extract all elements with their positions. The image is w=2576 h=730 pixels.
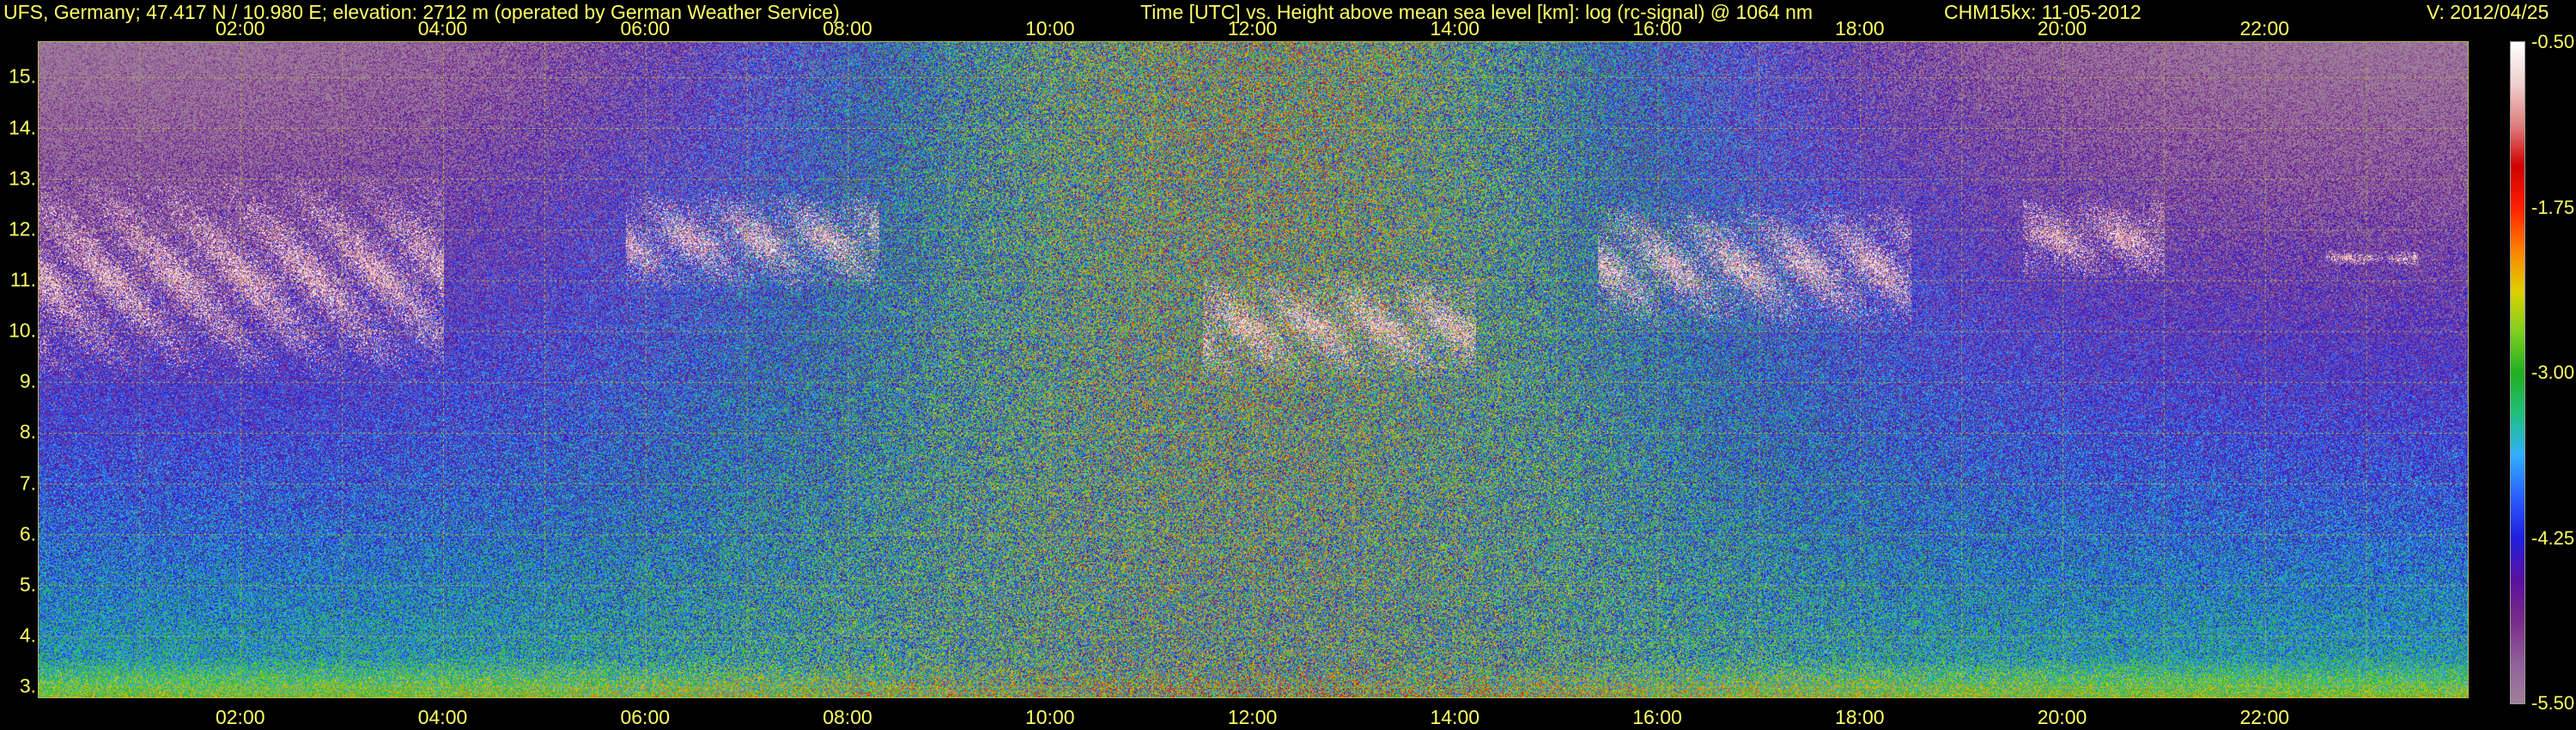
y-tick: 4. <box>19 624 36 647</box>
x-tick-bottom: 04:00 <box>417 706 468 728</box>
x-tick-bottom: 14:00 <box>1430 706 1480 728</box>
x-tick-bottom: 16:00 <box>1632 706 1682 728</box>
y-tick: 6. <box>19 522 36 545</box>
x-tick-bottom: 10:00 <box>1024 706 1075 728</box>
x-tick-bottom: 18:00 <box>1834 706 1885 728</box>
y-tick: 11. <box>9 268 36 291</box>
colorbar-tick: -4.25 <box>2531 526 2575 549</box>
x-tick-top: 22:00 <box>2239 17 2290 40</box>
grid-lines <box>39 42 2468 697</box>
x-tick-top: 06:00 <box>620 17 671 40</box>
version-label: V: 2012/04/25 <box>2427 1 2549 23</box>
y-tick: 14. <box>9 116 36 139</box>
x-tick-top: 12:00 <box>1227 17 1278 40</box>
y-tick: 12. <box>9 217 36 240</box>
y-tick: 13. <box>9 167 36 190</box>
x-tick-bottom: 02:00 <box>215 706 265 728</box>
x-tick-top: 16:00 <box>1632 17 1682 40</box>
colorbar <box>2510 41 2525 704</box>
colorbar-tick: -3.00 <box>2531 362 2575 383</box>
y-tick: 8. <box>19 420 36 443</box>
x-tick-top: 02:00 <box>215 17 265 40</box>
x-tick-bottom: 06:00 <box>620 706 671 728</box>
colorbar-tick: -0.50 <box>2531 31 2575 52</box>
y-tick: 15. <box>9 64 36 88</box>
x-tick-top: 08:00 <box>823 17 872 40</box>
colorbar-tick: -1.75 <box>2531 196 2575 218</box>
y-tick: 7. <box>19 471 36 495</box>
x-tick-top: 10:00 <box>1024 17 1075 40</box>
y-tick: 5. <box>19 573 36 596</box>
x-tick-top: 04:00 <box>417 17 468 40</box>
x-tick-bottom: 20:00 <box>2037 706 2087 728</box>
x-tick-top: 18:00 <box>1834 17 1885 40</box>
x-tick-bottom: 22:00 <box>2239 706 2290 728</box>
x-tick-top: 20:00 <box>2037 17 2087 40</box>
y-tick: 10. <box>9 319 36 342</box>
backscatter-heatmap <box>38 41 2469 698</box>
x-tick-bottom: 08:00 <box>823 706 872 728</box>
y-tick: 3. <box>19 674 36 697</box>
colorbar-tick: -5.50 <box>2531 692 2575 714</box>
x-tick-top: 14:00 <box>1430 17 1480 40</box>
x-tick-bottom: 12:00 <box>1227 706 1278 728</box>
y-tick: 9. <box>19 369 36 392</box>
